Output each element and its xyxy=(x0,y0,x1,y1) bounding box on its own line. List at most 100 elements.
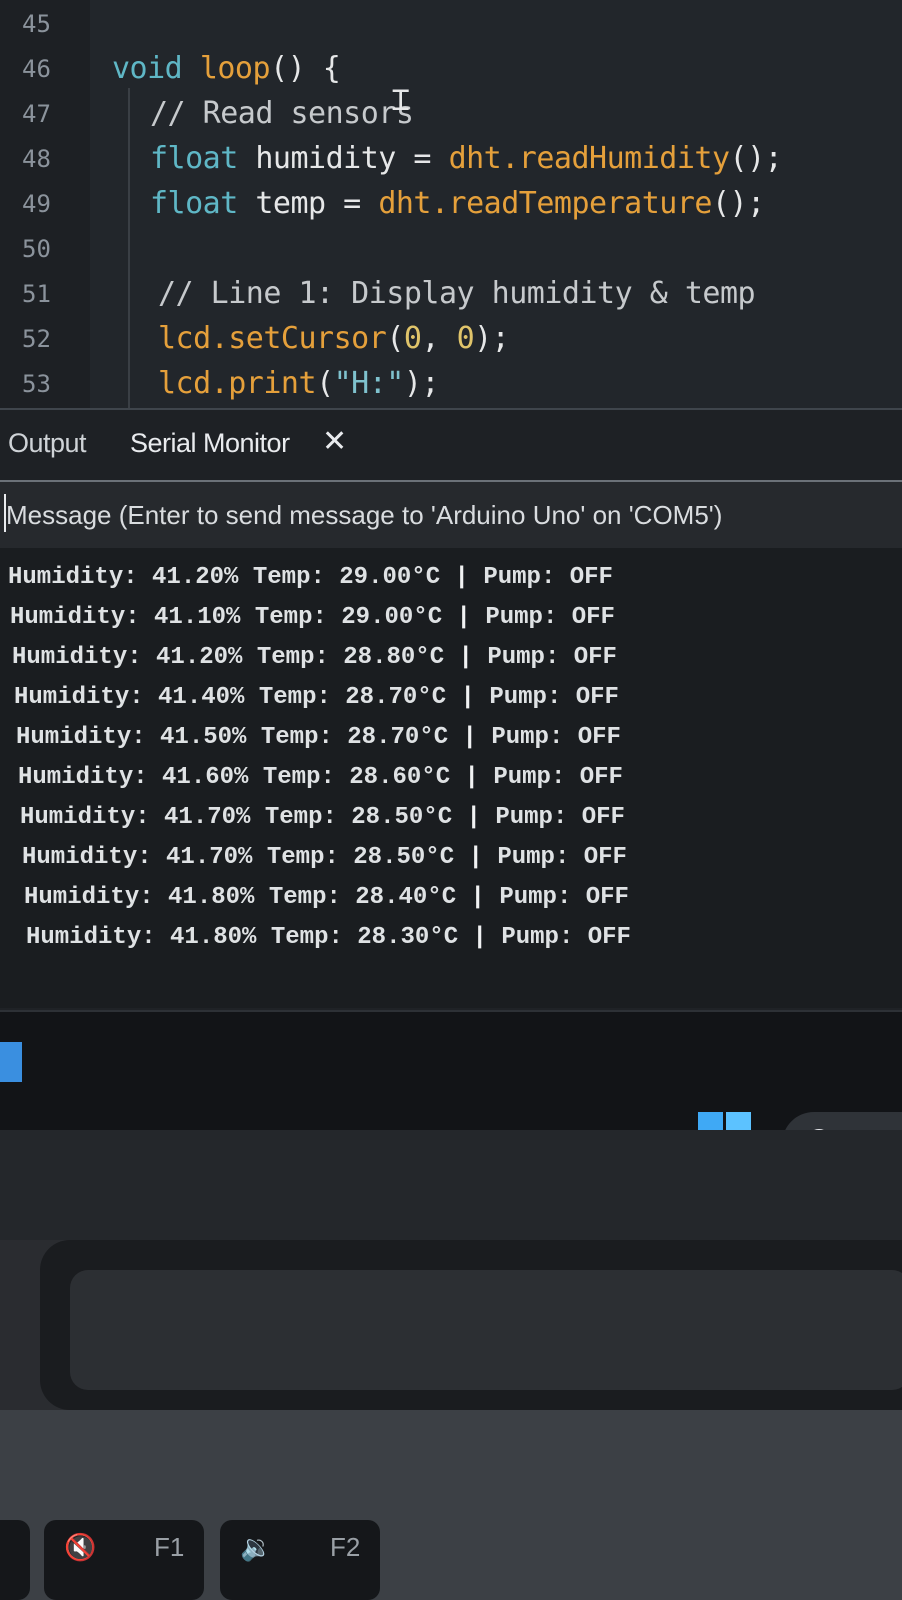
tab-serial-monitor[interactable]: Serial Monitor xyxy=(130,428,290,459)
code-line[interactable]: lcd.print("H:"); xyxy=(158,366,440,401)
code-line[interactable]: void loop() { xyxy=(112,51,341,86)
separator: | xyxy=(456,604,471,631)
humidity-label: Humidity: xyxy=(14,684,144,711)
separator: | xyxy=(462,724,477,751)
pump-status: OFF xyxy=(577,724,621,751)
temp-value: 29.00°C xyxy=(341,604,443,631)
humidity-value: 41.50% xyxy=(160,724,247,751)
serial-line: Humidity: 41.10% Temp: 29.00°C | Pump: O… xyxy=(10,604,615,631)
code-token: humidity = xyxy=(255,141,449,176)
separator: | xyxy=(454,564,469,591)
screen-bezel xyxy=(0,1130,902,1240)
line-number-gutter: 45 46 47 48 49 50 51 52 53 xyxy=(0,0,90,408)
code-token: , xyxy=(421,321,457,356)
humidity-value: 41.70% xyxy=(164,804,251,831)
serial-line: Humidity: 41.50% Temp: 28.70°C | Pump: O… xyxy=(16,724,621,751)
temp-label: Temp: xyxy=(268,884,341,911)
code-token: loop xyxy=(199,51,271,86)
temp-label: Temp: xyxy=(254,604,327,631)
line-number: 50 xyxy=(22,235,51,263)
humidity-value: 41.20% xyxy=(152,564,239,591)
code-token: ); xyxy=(403,366,440,401)
humidity-value: 41.40% xyxy=(158,684,245,711)
humidity-value: 41.60% xyxy=(162,764,249,791)
temp-label: Temp: xyxy=(270,924,343,951)
text-cursor-icon: Ꮖ xyxy=(392,84,411,117)
pump-status: OFF xyxy=(581,804,625,831)
serial-message-input[interactable] xyxy=(4,488,898,542)
pump-label: Pump: xyxy=(491,724,564,751)
code-token: lcd.print xyxy=(158,366,317,401)
temp-label: Temp: xyxy=(252,564,325,591)
humidity-label: Humidity: xyxy=(18,764,148,791)
line-number: 47 xyxy=(22,100,51,128)
serial-line: Humidity: 41.40% Temp: 28.70°C | Pump: O… xyxy=(14,684,619,711)
separator: | xyxy=(464,764,479,791)
line-number: 53 xyxy=(22,370,51,398)
mute-icon: 🔇 xyxy=(64,1532,97,1562)
temp-value: 28.40°C xyxy=(355,884,457,911)
key-f1[interactable]: 🔇 F1 xyxy=(44,1520,204,1600)
pump-status: OFF xyxy=(579,764,623,791)
temp-value: 28.80°C xyxy=(343,644,445,671)
separator: | xyxy=(470,884,485,911)
line-number: 49 xyxy=(22,190,51,218)
code-token: (); xyxy=(711,186,765,221)
temp-label: Temp: xyxy=(264,804,337,831)
line-number: 52 xyxy=(22,325,51,353)
humidity-label: Humidity: xyxy=(12,644,142,671)
pump-label: Pump: xyxy=(499,884,572,911)
pump-label: Pump: xyxy=(493,764,566,791)
pump-label: Pump: xyxy=(483,564,556,591)
line-number: 48 xyxy=(22,145,51,173)
serial-line: Humidity: 41.60% Temp: 28.60°C | Pump: O… xyxy=(18,764,623,791)
code-editor[interactable]: 45 46 47 48 49 50 51 52 53 void loop() {// Read … xyxy=(0,0,902,408)
pump-status: OFF xyxy=(583,844,627,871)
app-icon[interactable] xyxy=(0,1042,22,1082)
pump-label: Pump: xyxy=(487,644,560,671)
humidity-label: Humidity: xyxy=(26,924,156,951)
hinge-vent xyxy=(70,1270,902,1390)
code-token: lcd.setCursor xyxy=(158,321,387,356)
line-number: 46 xyxy=(22,55,51,83)
code-token: temp = xyxy=(255,186,379,221)
humidity-value: 41.10% xyxy=(154,604,241,631)
code-token: // Line 1: Display humidity & temp xyxy=(158,276,756,311)
code-token: () { xyxy=(270,51,341,86)
code-token: float xyxy=(150,186,256,221)
separator: | xyxy=(466,804,481,831)
indent-guide xyxy=(128,88,130,408)
code-token: dht.readHumidity xyxy=(448,141,730,176)
humidity-label: Humidity: xyxy=(22,844,152,871)
code-line[interactable]: lcd.setCursor(0, 0); xyxy=(158,321,510,356)
pump-status: OFF xyxy=(571,604,615,631)
close-icon[interactable]: ✕ xyxy=(322,424,347,459)
key-esc[interactable] xyxy=(0,1520,30,1600)
code-token: ); xyxy=(474,321,510,356)
humidity-label: Humidity: xyxy=(8,564,138,591)
windows-taskbar: Se xyxy=(0,1010,902,1130)
humidity-label: Humidity: xyxy=(10,604,140,631)
temp-value: 28.50°C xyxy=(351,804,453,831)
pump-status: OFF xyxy=(573,644,617,671)
taskbar-search-box[interactable]: Se xyxy=(782,1112,902,1130)
pump-label: Pump: xyxy=(489,684,562,711)
code-line[interactable]: // Read sensors xyxy=(150,96,414,131)
code-token: dht.readTemperature xyxy=(378,186,712,221)
windows-start-icon[interactable] xyxy=(696,1110,752,1130)
code-line[interactable]: float temp = dht.readTemperature(); xyxy=(150,186,765,221)
separator: | xyxy=(460,684,475,711)
tab-output[interactable]: Output xyxy=(8,428,87,459)
key-f2[interactable]: 🔉 F2 xyxy=(220,1520,380,1600)
code-line[interactable]: float humidity = dht.readHumidity(); xyxy=(150,141,783,176)
code-token: // Read sensors xyxy=(150,96,414,131)
temp-value: 28.60°C xyxy=(349,764,451,791)
serial-line: Humidity: 41.70% Temp: 28.50°C | Pump: O… xyxy=(20,804,625,831)
pump-status: OFF xyxy=(569,564,613,591)
humidity-value: 41.80% xyxy=(170,924,257,951)
humidity-value: 41.20% xyxy=(156,644,243,671)
serial-output-log: Humidity: 41.20% Temp: 29.00°C | Pump: O… xyxy=(0,548,902,1008)
code-line[interactable]: // Line 1: Display humidity & temp xyxy=(158,276,756,311)
code-token: void xyxy=(112,51,200,86)
line-number: 51 xyxy=(22,280,51,308)
